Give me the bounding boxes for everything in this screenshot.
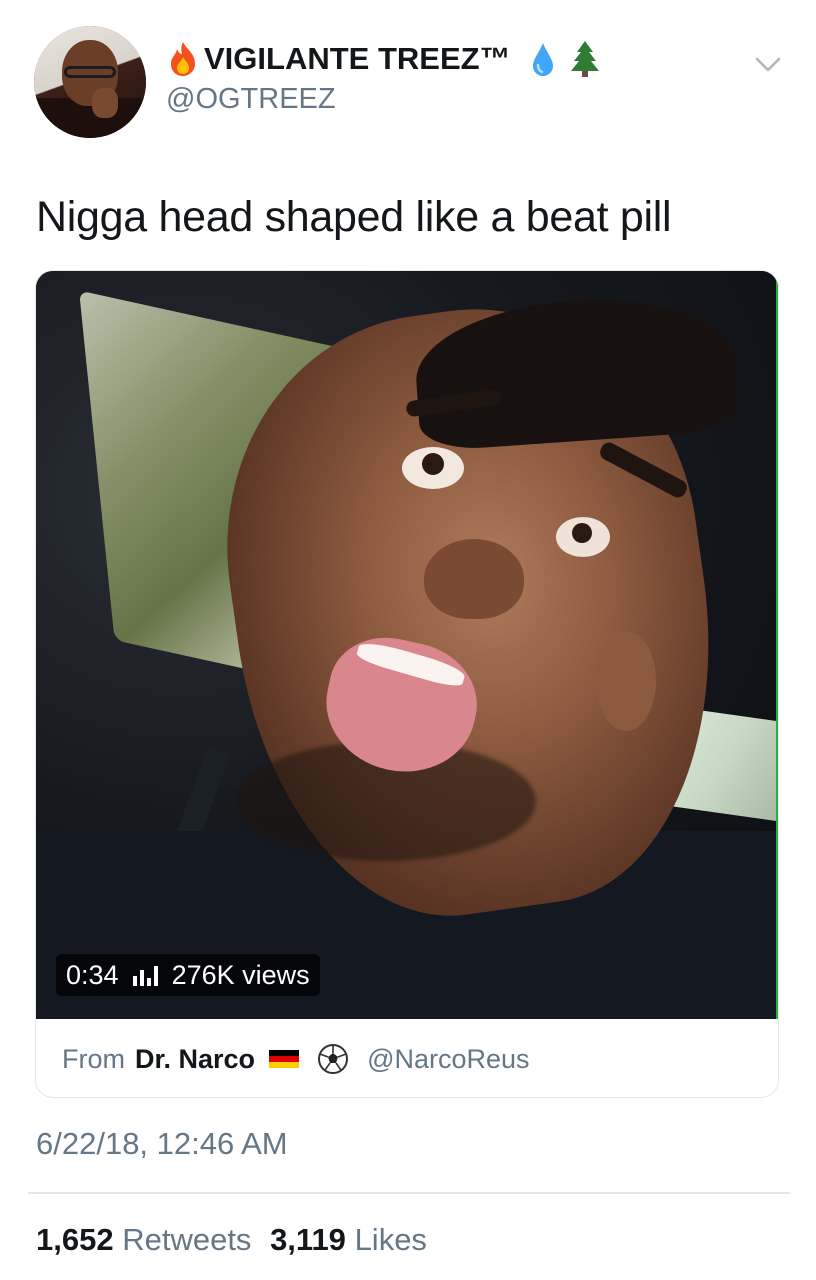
source-author: Dr. Narco [135,1043,256,1074]
likes-count: 3,119 [270,1222,346,1257]
source-handle: @NarcoReus [367,1043,530,1074]
source-prefix: From [62,1043,125,1074]
fire-icon [168,41,198,77]
display-name-row[interactable]: VIGILANTE TREEZ™ [168,40,601,78]
person-nose [424,539,524,619]
analytics-bars-icon [132,964,158,986]
video-duration: 0:34 [66,959,119,990]
chevron-down-icon[interactable] [754,55,782,75]
person-ear [596,631,656,731]
divider [28,1192,790,1194]
person-eye-right [556,517,610,557]
engagement-stats: 1,652 Retweets 3,119 Likes [36,1222,427,1258]
soccer-ball-icon [318,1044,349,1074]
evergreen-tree-icon [569,40,601,78]
video-views: 276K views [171,959,310,990]
person-eye-left [402,447,464,489]
video-info-overlay: 0:34 276K views [56,954,320,996]
video-source[interactable]: From Dr. Narco @NarcoReus [62,1043,530,1075]
video-player[interactable]: 0:34 276K views [36,271,778,1019]
avatar-glasses [64,66,116,78]
likes-stat[interactable]: 3,119 Likes [270,1222,427,1257]
droplet-icon [531,41,555,77]
video-edge [776,271,778,1019]
germany-flag-icon [269,1050,300,1068]
avatar[interactable] [34,26,146,138]
retweets-count: 1,652 [36,1222,114,1257]
retweets-label: Retweets [122,1222,252,1257]
retweets-stat[interactable]: 1,652 Retweets [36,1222,260,1257]
tweet-text: Nigga head shaped like a beat pill [36,193,672,241]
media-card[interactable]: 0:34 276K views From Dr. Narco @NarcoReu… [35,270,779,1098]
tweet-timestamp[interactable]: 6/22/18, 12:46 AM [36,1126,288,1162]
likes-label: Likes [354,1222,427,1257]
avatar-hand [92,88,118,118]
user-handle[interactable]: @OGTREEZ [166,83,336,116]
display-name: VIGILANTE TREEZ™ [204,41,511,76]
